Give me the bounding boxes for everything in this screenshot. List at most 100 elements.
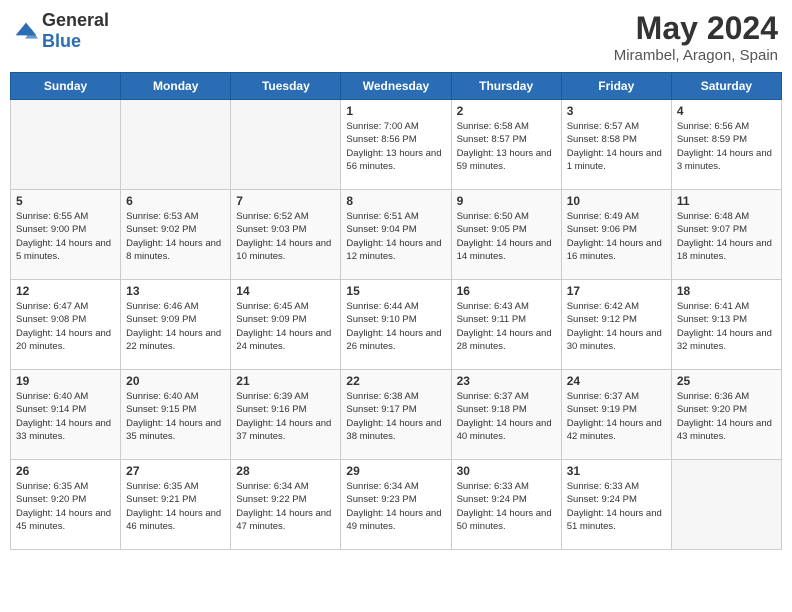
sunrise-label: Sunrise: 6:38 AM [346, 391, 418, 402]
daylight-label: Daylight: 14 hours and 43 minutes. [677, 418, 772, 442]
day-info: Sunrise: 7:00 AMSunset: 8:56 PMDaylight:… [346, 120, 445, 173]
sunset-label: Sunset: 9:22 PM [236, 494, 306, 505]
daylight-label: Daylight: 14 hours and 28 minutes. [457, 328, 552, 352]
calendar-week-row: 5Sunrise: 6:55 AMSunset: 9:00 PMDaylight… [11, 190, 782, 280]
calendar-week-row: 19Sunrise: 6:40 AMSunset: 9:14 PMDayligh… [11, 370, 782, 460]
sunset-label: Sunset: 9:03 PM [236, 224, 306, 235]
calendar-cell: 24Sunrise: 6:37 AMSunset: 9:19 PMDayligh… [561, 370, 671, 460]
day-info: Sunrise: 6:35 AMSunset: 9:21 PMDaylight:… [126, 480, 225, 533]
day-info: Sunrise: 6:34 AMSunset: 9:23 PMDaylight:… [346, 480, 445, 533]
calendar-cell: 29Sunrise: 6:34 AMSunset: 9:23 PMDayligh… [341, 460, 451, 550]
daylight-label: Daylight: 13 hours and 56 minutes. [346, 148, 441, 172]
day-number: 6 [126, 194, 225, 208]
sunrise-label: Sunrise: 6:35 AM [16, 481, 88, 492]
daylight-label: Daylight: 14 hours and 35 minutes. [126, 418, 221, 442]
day-info: Sunrise: 6:50 AMSunset: 9:05 PMDaylight:… [457, 210, 556, 263]
daylight-label: Daylight: 13 hours and 59 minutes. [457, 148, 552, 172]
sunrise-label: Sunrise: 6:37 AM [457, 391, 529, 402]
logo-icon [14, 21, 38, 41]
day-info: Sunrise: 6:46 AMSunset: 9:09 PMDaylight:… [126, 300, 225, 353]
calendar-cell: 25Sunrise: 6:36 AMSunset: 9:20 PMDayligh… [671, 370, 781, 460]
sunset-label: Sunset: 9:12 PM [567, 314, 637, 325]
calendar-cell: 13Sunrise: 6:46 AMSunset: 9:09 PMDayligh… [121, 280, 231, 370]
sunset-label: Sunset: 9:20 PM [677, 404, 747, 415]
sunrise-label: Sunrise: 6:47 AM [16, 301, 88, 312]
day-info: Sunrise: 6:48 AMSunset: 9:07 PMDaylight:… [677, 210, 776, 263]
calendar-cell: 14 Sunrise: 6:45 AMSunset: 9:09 PMDayligh… [231, 280, 341, 370]
calendar-cell: 1Sunrise: 7:00 AMSunset: 8:56 PMDaylight… [341, 100, 451, 190]
sunrise-label: Sunrise: 6:33 AM [567, 481, 639, 492]
calendar-cell: 28Sunrise: 6:34 AMSunset: 9:22 PMDayligh… [231, 460, 341, 550]
daylight-label: Daylight: 14 hours and 32 minutes. [677, 328, 772, 352]
day-info: Sunrise: 6:37 AMSunset: 9:18 PMDaylight:… [457, 390, 556, 443]
day-number: 20 [126, 374, 225, 388]
daylight-label: Daylight: 14 hours and 38 minutes. [346, 418, 441, 442]
logo-blue: Blue [42, 31, 81, 51]
daylight-label: Daylight: 14 hours and 50 minutes. [457, 508, 552, 532]
day-number: 24 [567, 374, 666, 388]
daylight-label: Daylight: 14 hours and 14 minutes. [457, 238, 552, 262]
calendar-cell: 8Sunrise: 6:51 AMSunset: 9:04 PMDaylight… [341, 190, 451, 280]
calendar-cell: 5Sunrise: 6:55 AMSunset: 9:00 PMDaylight… [11, 190, 121, 280]
sunset-label: Sunset: 9:06 PM [567, 224, 637, 235]
sunrise-label: Sunrise: 6:56 AM [677, 121, 749, 132]
daylight-label: Daylight: 14 hours and 8 minutes. [126, 238, 221, 262]
day-number: 27 [126, 464, 225, 478]
logo-general: General [42, 10, 109, 30]
day-number: 30 [457, 464, 556, 478]
sunset-label: Sunset: 9:21 PM [126, 494, 196, 505]
sunrise-label: Sunrise: 6:43 AM [457, 301, 529, 312]
sunrise-label: Sunrise: 6:46 AM [126, 301, 198, 312]
daylight-label: Daylight: 14 hours and 18 minutes. [677, 238, 772, 262]
calendar-cell: 30Sunrise: 6:33 AMSunset: 9:24 PMDayligh… [451, 460, 561, 550]
sunrise-label: Sunrise: 6:52 AM [236, 211, 308, 222]
sunrise-label: Sunrise: 6:40 AM [126, 391, 198, 402]
sunrise-label: Sunrise: 6:48 AM [677, 211, 749, 222]
daylight-label: Daylight: 14 hours and 26 minutes. [346, 328, 441, 352]
day-number: 21 [236, 374, 335, 388]
sunrise-label: Sunrise: 6:42 AM [567, 301, 639, 312]
sunset-label: Sunset: 9:11 PM [457, 314, 527, 325]
calendar-cell: 2Sunrise: 6:58 AMSunset: 8:57 PMDaylight… [451, 100, 561, 190]
day-info: Sunrise: 6:56 AMSunset: 8:59 PMDaylight:… [677, 120, 776, 173]
daylight-label: Daylight: 14 hours and 24 minutes. [236, 328, 331, 352]
day-info: Sunrise: 6:39 AMSunset: 9:16 PMDaylight:… [236, 390, 335, 443]
title-block: May 2024 Mirambel, Aragon, Spain [614, 10, 778, 64]
sunrise-label: Sunrise: 6:34 AM [346, 481, 418, 492]
day-number: 14 [236, 284, 335, 298]
daylight-label: Daylight: 14 hours and 10 minutes. [236, 238, 331, 262]
sunset-label: Sunset: 8:59 PM [677, 134, 747, 145]
day-number: 11 [677, 194, 776, 208]
day-info: Sunrise: 6:43 AM Sunset: 9:11 PM Daylight:… [457, 300, 556, 353]
calendar-week-row: 26Sunrise: 6:35 AMSunset: 9:20 PMDayligh… [11, 460, 782, 550]
calendar-cell: 12Sunrise: 6:47 AMSunset: 9:08 PMDayligh… [11, 280, 121, 370]
sunset-label: Sunset: 9:24 PM [567, 494, 637, 505]
calendar-cell: 18Sunrise: 6:41 AMSunset: 9:13 PMDayligh… [671, 280, 781, 370]
sunset-label: Sunset: 9:13 PM [677, 314, 747, 325]
daylight-label: Daylight: 14 hours and 37 minutes. [236, 418, 331, 442]
sunset-label: Sunset: 9:00 PM [16, 224, 86, 235]
day-info: Sunrise: 6:44 AMSunset: 9:10 PMDaylight:… [346, 300, 445, 353]
day-number: 10 [567, 194, 666, 208]
day-number: 18 [677, 284, 776, 298]
sunrise-label: Sunrise: 7:00 AM [346, 121, 418, 132]
calendar-cell: 31Sunrise: 6:33 AMSunset: 9:24 PMDayligh… [561, 460, 671, 550]
sunrise-label: Sunrise: 6:57 AM [567, 121, 639, 132]
day-number: 16 [457, 284, 556, 298]
calendar-cell: 22Sunrise: 6:38 AMSunset: 9:17 PMDayligh… [341, 370, 451, 460]
day-number: 17 [567, 284, 666, 298]
calendar-cell: 3Sunrise: 6:57 AMSunset: 8:58 PMDaylight… [561, 100, 671, 190]
sunset-label: Sunset: 9:18 PM [457, 404, 527, 415]
day-number: 22 [346, 374, 445, 388]
weekday-header-wednesday: Wednesday [341, 73, 451, 100]
page-header: General Blue May 2024 Mirambel, Aragon, … [10, 10, 782, 64]
sunrise-label: Sunrise: 6:51 AM [346, 211, 418, 222]
calendar-cell: 4Sunrise: 6:56 AMSunset: 8:59 PMDaylight… [671, 100, 781, 190]
day-number: 26 [16, 464, 115, 478]
sunset-label: Sunset: 9:23 PM [346, 494, 416, 505]
daylight-label: Daylight: 14 hours and 51 minutes. [567, 508, 662, 532]
day-info: Sunrise: 6:33 AM Sunset: 9:24 PM Daylight:… [567, 480, 666, 533]
day-info: Sunrise: 6:45 AMSunset: 9:09 PMDaylight:… [236, 300, 335, 353]
day-info: Sunrise: 6:52 AM Sunset: 9:03 PM Daylight:… [236, 210, 335, 263]
sunset-label: Sunset: 9:08 PM [16, 314, 86, 325]
